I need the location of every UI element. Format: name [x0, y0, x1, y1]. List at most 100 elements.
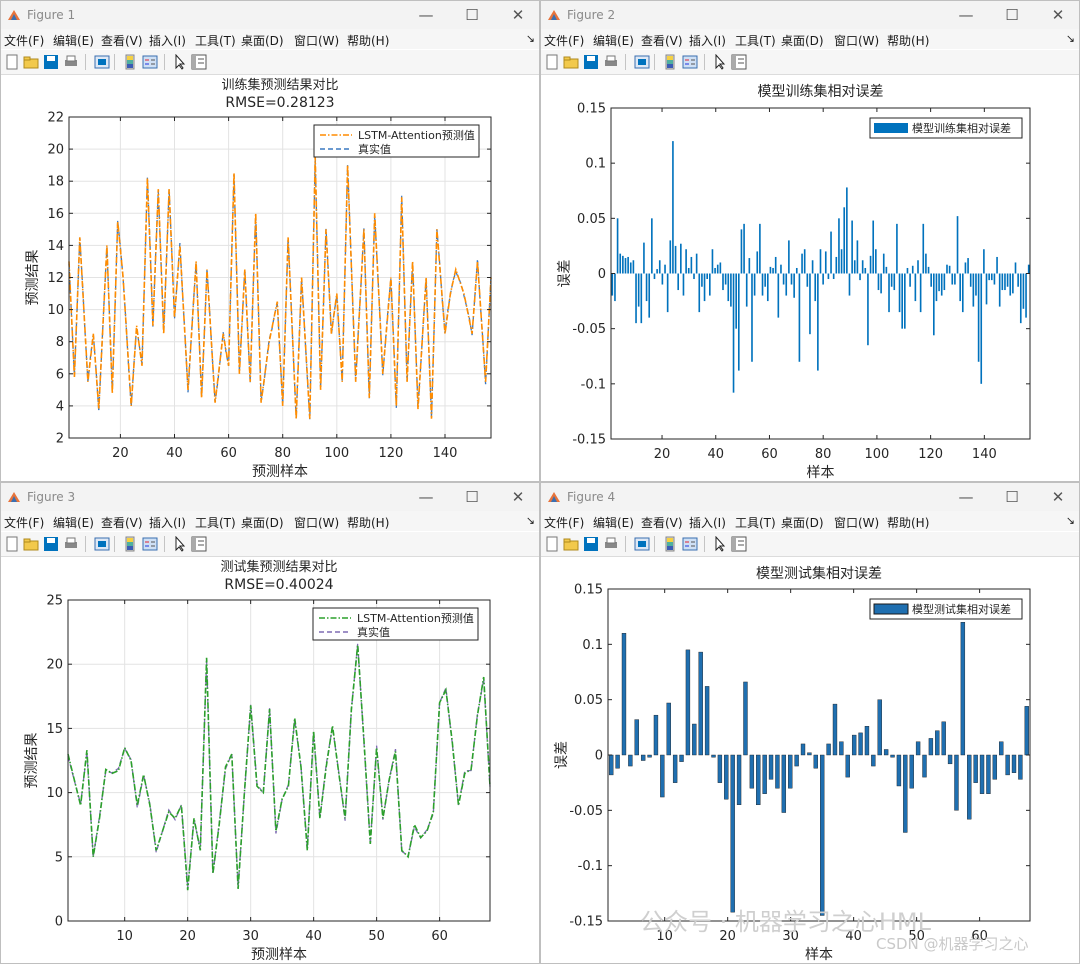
colorbar-icon[interactable] — [662, 536, 678, 552]
link-plot-icon[interactable] — [634, 536, 650, 552]
y-tick-label: 10 — [46, 786, 63, 801]
edit-plot-icon[interactable] — [712, 535, 728, 552]
menu-item-2[interactable]: 查看(V) — [641, 32, 683, 49]
y-tick-label: 0.1 — [585, 157, 606, 172]
menu-item-7[interactable]: 帮助(H) — [887, 32, 929, 49]
new-figure-icon[interactable] — [4, 536, 20, 552]
error-bar — [806, 273, 809, 287]
menu-overflow-icon[interactable]: ↘ — [526, 32, 535, 45]
minimize-button[interactable]: — — [409, 3, 443, 27]
minimize-button[interactable]: — — [949, 485, 983, 509]
menu-item-3[interactable]: 插入(I) — [689, 514, 726, 531]
edit-plot-icon[interactable] — [172, 535, 188, 552]
colorbar-icon[interactable] — [122, 536, 138, 552]
error-bar — [967, 754, 972, 820]
error-bar — [888, 273, 890, 313]
menu-item-0[interactable]: 文件(F) — [4, 32, 44, 49]
menu-item-7[interactable]: 帮助(H) — [887, 514, 929, 531]
menu-item-0[interactable]: 文件(F) — [4, 514, 44, 531]
print-icon[interactable] — [63, 536, 79, 552]
menu-item-0[interactable]: 文件(F) — [544, 32, 584, 49]
close-button[interactable]: ✕ — [1041, 3, 1075, 27]
menu-item-3[interactable]: 插入(I) — [689, 32, 726, 49]
menu-item-4[interactable]: 工具(T) — [735, 32, 776, 49]
minimize-button[interactable]: — — [949, 3, 983, 27]
menu-item-7[interactable]: 帮助(H) — [347, 514, 389, 531]
menu-overflow-icon[interactable]: ↘ — [1066, 32, 1075, 45]
minimize-button[interactable]: — — [409, 485, 443, 509]
maximize-button[interactable]: ☐ — [995, 3, 1029, 27]
menu-item-5[interactable]: 桌面(D) — [241, 32, 284, 49]
close-button[interactable]: ✕ — [501, 3, 535, 27]
property-inspector-icon[interactable] — [731, 536, 747, 552]
menu-item-3[interactable]: 插入(I) — [149, 514, 186, 531]
menu-item-2[interactable]: 查看(V) — [101, 514, 143, 531]
menu-overflow-icon[interactable]: ↘ — [1066, 514, 1075, 527]
edit-plot-icon[interactable] — [712, 53, 728, 70]
menu-item-5[interactable]: 桌面(D) — [781, 514, 824, 531]
menu-item-4[interactable]: 工具(T) — [195, 514, 236, 531]
maximize-button[interactable]: ☐ — [995, 485, 1029, 509]
open-file-icon[interactable] — [563, 54, 579, 70]
menu-overflow-icon[interactable]: ↘ — [526, 514, 535, 527]
save-icon[interactable] — [43, 536, 59, 552]
chart-3: 10 20 30 40 50 60 0 5 10 15 20 25 测试集预测结果对比 RMSE=0.40… — [24, 559, 491, 963]
x-tick-label: 20 — [112, 446, 129, 461]
menu-item-4[interactable]: 工具(T) — [735, 514, 776, 531]
maximize-button[interactable]: ☐ — [455, 485, 489, 509]
property-inspector-icon[interactable] — [191, 54, 207, 70]
save-icon[interactable] — [583, 536, 599, 552]
menu-item-3[interactable]: 插入(I) — [149, 32, 186, 49]
error-bar — [647, 754, 652, 758]
link-plot-icon[interactable] — [94, 536, 110, 552]
save-icon[interactable] — [43, 54, 59, 70]
error-bar — [761, 273, 764, 296]
link-plot-icon[interactable] — [634, 54, 650, 70]
property-inspector-icon[interactable] — [731, 54, 747, 70]
maximize-button[interactable]: ☐ — [455, 3, 489, 27]
x-tick-label: 120 — [918, 447, 943, 462]
y-tick-label: -0.15 — [572, 433, 606, 448]
new-figure-icon[interactable] — [544, 54, 560, 70]
legend-label: 模型测试集相对误差 — [912, 602, 1011, 616]
colorbar-icon[interactable] — [662, 54, 678, 70]
new-figure-icon[interactable] — [544, 536, 560, 552]
legend-icon[interactable] — [142, 536, 158, 552]
save-icon[interactable] — [583, 54, 599, 70]
menu-item-5[interactable]: 桌面(D) — [241, 514, 284, 531]
menu-item-1[interactable]: 编辑(E) — [593, 32, 634, 49]
error-bar — [634, 719, 639, 756]
print-icon[interactable] — [603, 536, 619, 552]
menu-item-6[interactable]: 窗口(W) — [294, 514, 339, 531]
print-icon[interactable] — [63, 54, 79, 70]
open-file-icon[interactable] — [23, 536, 39, 552]
error-bar — [843, 207, 846, 274]
legend-icon[interactable] — [142, 54, 158, 70]
new-figure-icon[interactable] — [4, 54, 20, 70]
open-file-icon[interactable] — [23, 54, 39, 70]
print-icon[interactable] — [603, 54, 619, 70]
menu-item-7[interactable]: 帮助(H) — [347, 32, 389, 49]
open-file-icon[interactable] — [563, 536, 579, 552]
menu-item-6[interactable]: 窗口(W) — [294, 32, 339, 49]
legend-icon[interactable] — [682, 536, 698, 552]
legend-icon[interactable] — [682, 54, 698, 70]
property-inspector-icon[interactable] — [191, 536, 207, 552]
edit-plot-icon[interactable] — [172, 53, 188, 70]
colorbar-icon[interactable] — [122, 54, 138, 70]
menu-item-2[interactable]: 查看(V) — [641, 514, 683, 531]
error-bar — [951, 273, 954, 285]
link-plot-icon[interactable] — [94, 54, 110, 70]
menu-item-6[interactable]: 窗口(W) — [834, 514, 879, 531]
menu-item-1[interactable]: 编辑(E) — [53, 32, 94, 49]
menu-item-1[interactable]: 编辑(E) — [53, 514, 94, 531]
menu-item-6[interactable]: 窗口(W) — [834, 32, 879, 49]
menu-item-2[interactable]: 查看(V) — [101, 32, 143, 49]
menu-item-1[interactable]: 编辑(E) — [593, 514, 634, 531]
menu-item-5[interactable]: 桌面(D) — [781, 32, 824, 49]
error-bar — [948, 265, 951, 274]
menu-item-4[interactable]: 工具(T) — [195, 32, 236, 49]
close-button[interactable]: ✕ — [501, 485, 535, 509]
menu-item-0[interactable]: 文件(F) — [544, 514, 584, 531]
close-button[interactable]: ✕ — [1041, 485, 1075, 509]
